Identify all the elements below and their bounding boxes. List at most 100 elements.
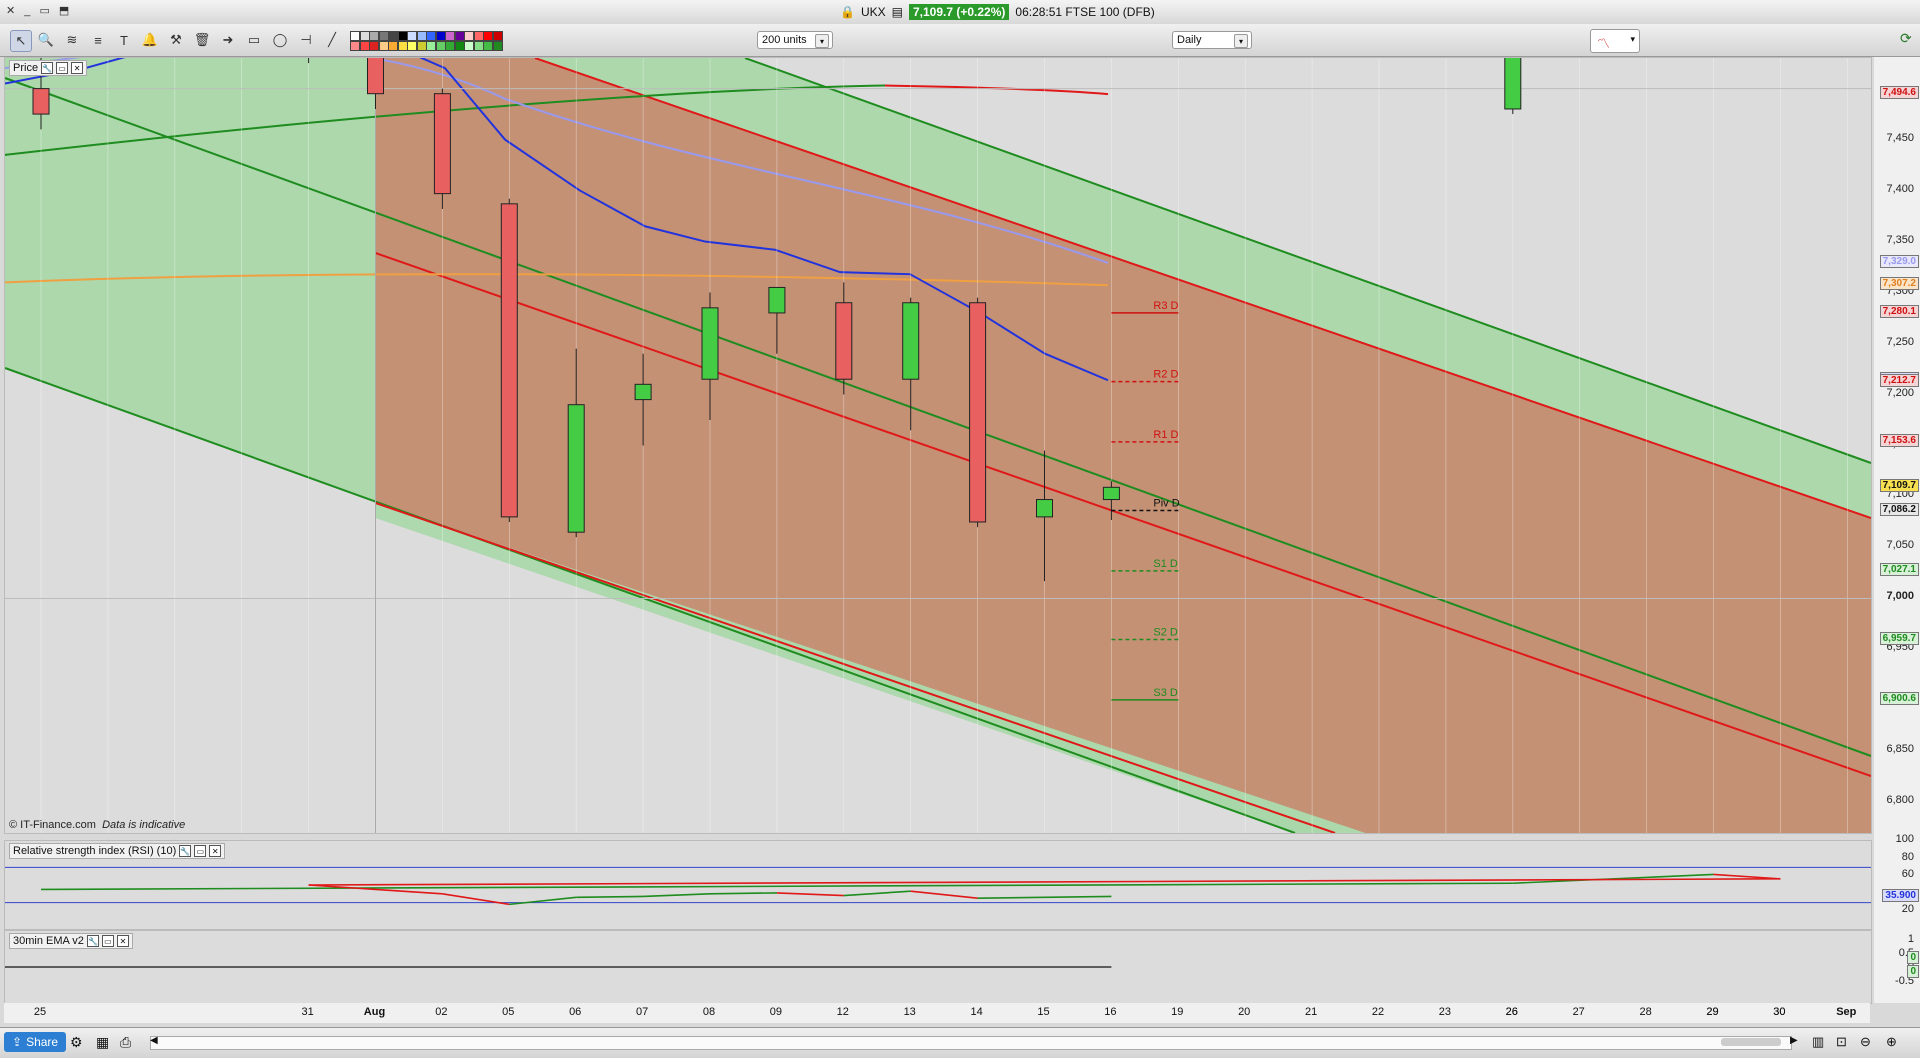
- close-icon[interactable]: ✕: [209, 845, 222, 857]
- color-swatch[interactable]: [483, 31, 493, 41]
- ellipse-icon[interactable]: ◯: [270, 30, 290, 50]
- pivot-label: R1 D: [1153, 429, 1178, 441]
- color-swatch[interactable]: [483, 41, 493, 51]
- window-icon[interactable]: ▭: [194, 845, 207, 857]
- price-tick-label: 6,850: [1886, 743, 1914, 756]
- color-swatch[interactable]: [350, 41, 360, 51]
- color-swatch[interactable]: [492, 41, 503, 51]
- close-icon[interactable]: ✕: [71, 62, 84, 74]
- rectangle-icon[interactable]: ▭: [244, 30, 264, 50]
- trash-icon[interactable]: 🗑: [192, 30, 212, 50]
- wrench-icon[interactable]: 🔧: [41, 62, 54, 74]
- rsi-value-tag: 35.900: [1882, 889, 1919, 903]
- color-swatch[interactable]: [445, 41, 455, 51]
- color-swatch[interactable]: [435, 41, 446, 51]
- ema-tick-label: 1: [1907, 933, 1914, 945]
- date-tick-label: 22: [1371, 1006, 1385, 1018]
- rsi-panel[interactable]: Relative strength index (RSI) (10) 🔧 ▭ ✕: [4, 840, 1872, 930]
- price-chart-panel[interactable]: R3 D R2 D R1 D Piv D S1 D S2 D S3 D Price 🔧 ▭ …: [4, 57, 1872, 834]
- color-swatch[interactable]: [369, 31, 379, 41]
- candle-bear: [367, 58, 384, 95]
- share-button[interactable]: ⇪ Share: [4, 1032, 67, 1052]
- color-swatch[interactable]: [416, 31, 427, 41]
- horizontal-line-icon[interactable]: ⊣: [296, 30, 316, 50]
- price-tick-label: 7,000: [1886, 590, 1914, 603]
- color-swatch[interactable]: [492, 31, 503, 41]
- color-swatch[interactable]: [388, 31, 398, 41]
- raff-channel-icon[interactable]: ≡: [88, 30, 108, 50]
- rsi-segment: [643, 893, 711, 898]
- color-swatch[interactable]: [369, 41, 379, 51]
- date-tick-label: 27: [1572, 1006, 1585, 1018]
- date-axis[interactable]: 25 26 29 30 31 Aug 02 05 06 07 08 09 12 13 14 15 16 19 20 2…: [4, 1003, 1870, 1023]
- grid-icon[interactable]: ▦: [96, 1034, 109, 1051]
- candle-bear: [32, 88, 50, 115]
- color-swatch[interactable]: [359, 31, 370, 41]
- wrench-icon[interactable]: 🔧: [179, 845, 192, 857]
- date-tick-label: 25: [33, 1006, 47, 1018]
- rsi-segment: [375, 888, 443, 895]
- chart-type-icon[interactable]: ▥: [1812, 1034, 1824, 1050]
- color-swatch[interactable]: [435, 31, 446, 41]
- ema-panel-label: 30min EMA v2 🔧 ▭ ✕: [9, 933, 133, 949]
- color-swatch[interactable]: [445, 31, 455, 41]
- indicator-menu-button[interactable]: 〽 ▾: [1590, 29, 1640, 53]
- color-swatch[interactable]: [350, 31, 360, 41]
- color-swatch[interactable]: [359, 41, 370, 51]
- color-swatch[interactable]: [464, 31, 474, 41]
- window-icon[interactable]: ▭: [101, 935, 114, 947]
- color-swatch[interactable]: [378, 41, 389, 51]
- color-swatch[interactable]: [454, 31, 465, 41]
- wrench-icon[interactable]: 🔧: [86, 935, 99, 947]
- color-swatch[interactable]: [388, 41, 398, 51]
- color-swatch[interactable]: [473, 31, 484, 41]
- color-swatch[interactable]: [454, 41, 465, 51]
- settings-icon[interactable]: ⚙: [70, 1034, 83, 1051]
- price-chart-svg: R3 D R2 D R1 D Piv D S1 D S2 D S3 D: [5, 58, 1871, 833]
- text-tool-icon[interactable]: T: [114, 30, 134, 50]
- zoom-out-icon[interactable]: ⊖: [1860, 1034, 1871, 1050]
- panel-toggle-icon[interactable]: ⟳: [1900, 30, 1912, 47]
- chevron-right-icon[interactable]: ▶: [1790, 1035, 1798, 1046]
- color-swatch[interactable]: [473, 41, 484, 51]
- trend-line-icon[interactable]: ╱: [322, 30, 342, 50]
- rsi-chart-svg: [5, 866, 1871, 906]
- fibonacci-icon[interactable]: ≋: [62, 30, 82, 50]
- candle-bull: [902, 302, 920, 380]
- color-swatch[interactable]: [378, 31, 389, 41]
- color-palette[interactable]: [350, 28, 506, 52]
- rsi-segment: [776, 892, 844, 897]
- hammer-icon[interactable]: ⚒: [166, 30, 186, 50]
- color-swatch[interactable]: [407, 41, 417, 51]
- color-swatch[interactable]: [397, 31, 408, 41]
- window-icon[interactable]: ▭: [56, 62, 69, 74]
- arrow-icon[interactable]: ➜: [218, 30, 238, 50]
- units-select[interactable]: 200 units ▾: [757, 31, 833, 49]
- color-swatch[interactable]: [416, 41, 427, 51]
- pointer-icon[interactable]: ↖: [10, 30, 32, 52]
- alert-bell-icon[interactable]: 🔔: [140, 30, 160, 50]
- color-swatch[interactable]: [397, 41, 408, 51]
- menu-icon[interactable]: ▤: [892, 5, 903, 19]
- ema-value-tag: 0: [1907, 951, 1919, 964]
- color-swatch[interactable]: [426, 41, 436, 51]
- date-tick-label: 07: [635, 1006, 649, 1018]
- color-swatch[interactable]: [426, 31, 436, 41]
- window-controls[interactable]: ✕ _ ▭ ⬒: [6, 4, 72, 17]
- price-axis[interactable]: 7,4507,4007,3507,3007,2507,2007,1507,100…: [1874, 57, 1920, 1003]
- date-tick-label: 20: [1238, 1006, 1251, 1018]
- color-swatch[interactable]: [407, 31, 417, 41]
- date-tick-label: 13: [903, 1006, 916, 1018]
- color-swatch[interactable]: [464, 41, 474, 51]
- close-icon[interactable]: ✕: [116, 935, 129, 947]
- fit-zoom-icon[interactable]: ⊡: [1836, 1034, 1847, 1050]
- scroll-thumb[interactable]: [1721, 1038, 1781, 1046]
- period-select[interactable]: Daily ▾: [1172, 31, 1252, 49]
- chevron-left-icon[interactable]: ◀: [150, 1035, 158, 1046]
- ema-panel[interactable]: 30min EMA v2 🔧 ▭ ✕: [4, 930, 1872, 1004]
- price-tick-label: 6,800: [1886, 794, 1914, 807]
- print-icon[interactable]: ⎙: [120, 1034, 131, 1051]
- zoom-icon[interactable]: 🔍: [36, 30, 56, 50]
- horizontal-scrollbar[interactable]: [150, 1036, 1792, 1050]
- zoom-in-icon[interactable]: ⊕: [1886, 1034, 1897, 1050]
